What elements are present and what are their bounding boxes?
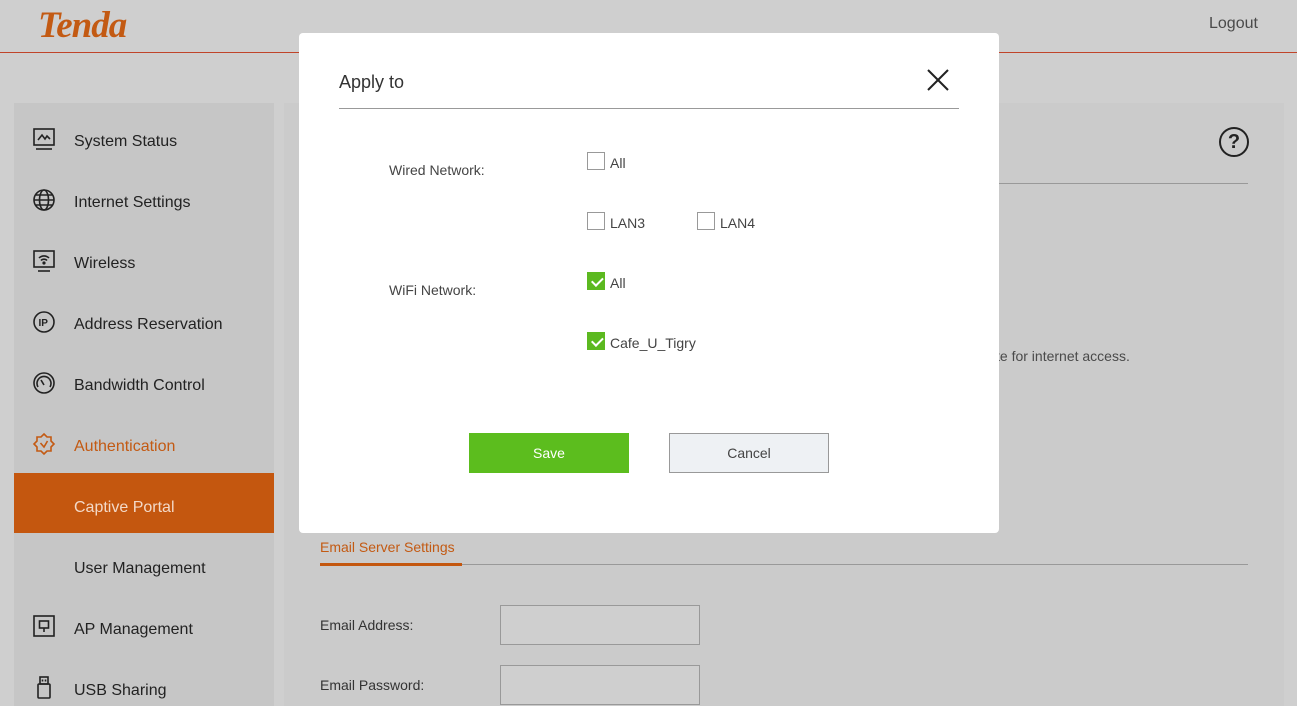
sidebar-item-label: Internet Settings — [74, 194, 191, 211]
sidebar-item-system-status[interactable]: System Status — [14, 107, 274, 167]
dialog-title: Apply to — [339, 72, 405, 92]
checkbox-label: LAN3 — [610, 215, 646, 231]
svg-text:IP: IP — [39, 318, 49, 329]
checkbox-label: Cafe_U_Tigry — [610, 335, 696, 351]
logout-link[interactable]: Logout — [1209, 15, 1258, 33]
ap-device-icon — [32, 615, 56, 639]
sidebar-item-label: Wireless — [74, 255, 136, 272]
checkbox-label: All — [610, 275, 626, 291]
checkbox-label: All — [610, 155, 626, 171]
sidebar: System Status Internet Settings Wireless… — [14, 103, 274, 706]
divider — [339, 108, 959, 109]
monitor-graph-icon — [32, 127, 56, 151]
sidebar-item-label: Captive Portal — [74, 499, 175, 516]
tenda-logo: Tenda — [38, 5, 127, 46]
apply-to-dialog: Apply to Wired Network: All LAN3 LAN4 Wi… — [299, 33, 999, 533]
sidebar-item-address-reservation[interactable]: IP Address Reservation — [14, 290, 274, 350]
sidebar-item-label: USB Sharing — [74, 682, 167, 699]
usb-icon — [32, 676, 56, 700]
sidebar-item-user-management[interactable]: User Management — [14, 534, 274, 594]
tab-email-server-settings[interactable]: Email Server Settings — [320, 539, 455, 555]
sidebar-item-internet-settings[interactable]: Internet Settings — [14, 168, 274, 228]
email-address-field[interactable] — [500, 605, 700, 645]
sidebar-item-bandwidth-control[interactable]: Bandwidth Control — [14, 351, 274, 411]
help-icon[interactable]: ? — [1219, 127, 1249, 157]
sidebar-item-label: System Status — [74, 133, 178, 150]
sidebar-item-ap-management[interactable]: AP Management — [14, 595, 274, 655]
active-tab-underline — [320, 563, 462, 566]
ip-icon: IP — [32, 310, 56, 334]
shield-check-icon — [32, 432, 56, 456]
portal-description-text: te for internet access. — [996, 348, 1130, 364]
sidebar-item-wireless[interactable]: Wireless — [14, 229, 274, 289]
sidebar-item-authentication[interactable]: Authentication — [14, 412, 274, 472]
sidebar-item-label: Authentication — [74, 438, 176, 455]
gauge-icon — [32, 371, 56, 395]
globe-icon — [32, 188, 56, 212]
email-password-field[interactable] — [500, 665, 700, 705]
cancel-button[interactable]: Cancel — [669, 433, 829, 473]
email-address-label: Email Address: — [320, 617, 414, 633]
wifi-network-label: WiFi Network: — [389, 282, 477, 298]
wired-network-label: Wired Network: — [389, 162, 485, 178]
sidebar-item-captive-portal[interactable]: Captive Portal — [14, 473, 274, 533]
sidebar-item-label: Bandwidth Control — [74, 377, 205, 394]
checkbox-label: LAN4 — [720, 215, 756, 231]
save-button[interactable]: Save — [469, 433, 629, 473]
close-icon[interactable] — [925, 67, 951, 93]
sidebar-item-usb-sharing[interactable]: USB Sharing — [14, 656, 274, 706]
wifi-monitor-icon — [32, 249, 56, 273]
email-password-label: Email Password: — [320, 677, 425, 693]
sidebar-item-label: User Management — [74, 560, 206, 577]
sidebar-item-label: Address Reservation — [74, 316, 223, 333]
sidebar-item-label: AP Management — [74, 621, 193, 638]
